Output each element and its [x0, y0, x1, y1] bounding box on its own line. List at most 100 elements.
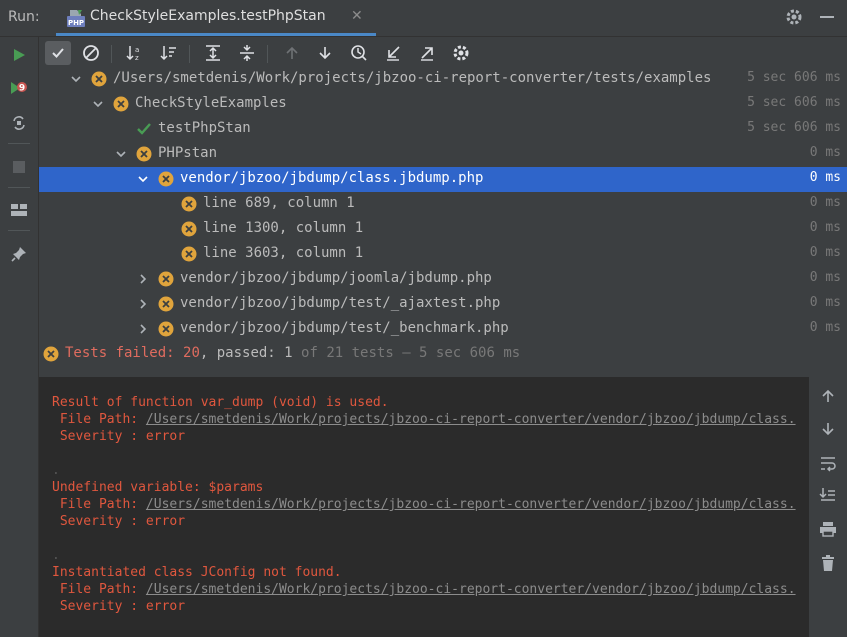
- tree-row[interactable]: vendor/jbzoo/jbdump/test/_ajaxtest.php 0 …: [39, 292, 847, 317]
- tree-row-label: line 3603, column 1: [203, 245, 364, 261]
- tree-row[interactable]: PHPstan 0 ms: [39, 142, 847, 167]
- tree-row[interactable]: line 1300, column 1 0 ms: [39, 217, 847, 242]
- toolbar-divider: [8, 187, 30, 188]
- chevron-down-icon[interactable]: [69, 71, 83, 85]
- error-title: Instantiated class JConfig not found.: [52, 565, 342, 580]
- tree-row[interactable]: vendor/jbzoo/jbdump/joomla/jbdump.php 0 m…: [39, 267, 847, 292]
- tab-run-configuration[interactable]: PHP CheckStyleExamples.testPhpStan ✕: [56, 0, 376, 36]
- svg-text:z: z: [135, 54, 139, 62]
- print-icon[interactable]: [818, 519, 838, 539]
- chevron-right-icon[interactable]: [136, 296, 150, 310]
- console-message: Undefined variable: $params File Path: /…: [52, 479, 796, 564]
- show-passed-icon[interactable]: [45, 41, 71, 65]
- error-title: Result of function var_dump (void) is us…: [52, 395, 389, 410]
- failed-status-icon: [181, 246, 197, 262]
- tree-row[interactable]: line 3603, column 1 0 ms: [39, 242, 847, 267]
- show-ignored-icon[interactable]: [78, 41, 104, 65]
- import-tests-icon[interactable]: [380, 41, 406, 65]
- export-tests-icon[interactable]: [414, 41, 440, 65]
- tree-row-duration: 0 ms: [809, 295, 841, 310]
- pin-icon[interactable]: [9, 244, 29, 264]
- file-path-label: File Path:: [52, 582, 146, 597]
- tree-row-duration: 0 ms: [809, 220, 841, 235]
- tree-row-duration: 5 sec 606 ms: [747, 120, 841, 135]
- tree-row-duration: 5 sec 606 ms: [747, 70, 841, 85]
- collapse-all-icon[interactable]: [234, 41, 260, 65]
- tree-row-label: vendor/jbzoo/jbdump/test/_benchmark.php: [180, 320, 509, 336]
- php-icon: PHP: [66, 8, 86, 28]
- run-tab-bar: Run: PHP CheckStyleExamples.testPhpStan …: [0, 0, 847, 37]
- test-results-tree[interactable]: /Users/smetdenis/Work/projects/jbzoo-ci-…: [39, 69, 847, 341]
- tree-row[interactable]: testPhpStan 5 sec 606 ms: [39, 117, 847, 142]
- chevron-down-icon[interactable]: [114, 146, 128, 160]
- scroll-down-icon[interactable]: [818, 419, 838, 439]
- stop-icon[interactable]: [9, 157, 29, 177]
- toolbar-divider: [111, 45, 112, 63]
- layout-icon[interactable]: [9, 200, 29, 220]
- chevron-down-icon[interactable]: [136, 171, 150, 185]
- summary-text: Tests failed: 20, passed: 1 of 21 tests …: [65, 345, 520, 361]
- test-history-icon[interactable]: [346, 41, 372, 65]
- rerun-failed-icon[interactable]: 9: [9, 79, 29, 99]
- scroll-up-icon[interactable]: [818, 386, 838, 406]
- chevron-right-icon[interactable]: [136, 321, 150, 335]
- test-summary: Tests failed: 20, passed: 1 of 21 tests …: [39, 341, 847, 367]
- minimize-icon[interactable]: [820, 16, 834, 18]
- trash-icon[interactable]: [818, 553, 838, 573]
- scroll-to-end-icon[interactable]: [818, 485, 838, 505]
- tree-row-duration: 5 sec 606 ms: [747, 95, 841, 110]
- toolbar-divider: [267, 45, 268, 63]
- failed-status-icon: [158, 321, 174, 337]
- file-path-link[interactable]: /Users/smetdenis/Work/projects/jbzoo-ci-…: [146, 497, 796, 512]
- tree-row[interactable]: vendor/jbzoo/jbdump/class.jbdump.php 0 ms: [39, 167, 847, 192]
- console-message: Result of function var_dump (void) is us…: [52, 394, 796, 479]
- chevron-down-icon[interactable]: [91, 96, 105, 110]
- tree-row-duration: 0 ms: [809, 170, 841, 185]
- next-failed-icon[interactable]: [312, 41, 338, 65]
- file-path-link[interactable]: /Users/smetdenis/Work/projects/jbzoo-ci-…: [146, 582, 796, 597]
- svg-text:PHP: PHP: [68, 19, 84, 27]
- sort-alphabetically-icon[interactable]: az: [122, 41, 148, 65]
- summary-rest: of 21 tests – 5 sec 606 ms: [301, 345, 521, 361]
- tree-row-duration: 0 ms: [809, 145, 841, 160]
- trailing-dot: .: [52, 463, 60, 478]
- toolbar-divider: [8, 230, 30, 231]
- tree-row[interactable]: vendor/jbzoo/jbdump/test/_benchmark.php 0…: [39, 317, 847, 341]
- close-icon[interactable]: ✕: [351, 8, 363, 24]
- failed-status-icon: [43, 346, 59, 362]
- console-message: Instantiated class JConfig not found. Fi…: [52, 564, 796, 637]
- expand-all-icon[interactable]: [200, 41, 226, 65]
- failed-status-icon: [158, 296, 174, 312]
- error-title: Undefined variable: $params: [52, 480, 264, 495]
- severity-text: Severity : error: [52, 599, 186, 614]
- console-output[interactable]: Result of function var_dump (void) is us…: [39, 377, 809, 637]
- file-path-label: File Path:: [52, 497, 146, 512]
- tab-active-indicator: [56, 33, 376, 36]
- file-path-link[interactable]: /Users/smetdenis/Work/projects/jbzoo-ci-…: [146, 412, 796, 427]
- sort-by-duration-icon[interactable]: [156, 41, 182, 65]
- failed-status-icon: [113, 96, 129, 112]
- tree-row-label: vendor/jbzoo/jbdump/joomla/jbdump.php: [180, 270, 492, 286]
- toggle-auto-test-icon[interactable]: [9, 113, 29, 133]
- tree-row-label: line 1300, column 1: [203, 220, 364, 236]
- run-label: Run:: [8, 9, 40, 25]
- settings-gear-icon[interactable]: [448, 41, 474, 65]
- previous-failed-icon[interactable]: [279, 41, 305, 65]
- tree-row[interactable]: /Users/smetdenis/Work/projects/jbzoo-ci-…: [39, 69, 847, 92]
- tree-row-label: testPhpStan: [158, 120, 251, 136]
- severity-text: Severity : error: [52, 514, 186, 529]
- test-results-toolbar: az: [39, 37, 847, 69]
- rerun-icon[interactable]: [9, 45, 29, 65]
- failed-status-icon: [136, 146, 152, 162]
- gear-icon[interactable]: [785, 8, 803, 26]
- chevron-right-icon[interactable]: [136, 271, 150, 285]
- tree-row-label: vendor/jbzoo/jbdump/class.jbdump.php: [180, 170, 484, 186]
- soft-wrap-icon[interactable]: [818, 453, 838, 473]
- tree-row[interactable]: line 689, column 1 0 ms: [39, 192, 847, 217]
- file-path-label: File Path:: [52, 412, 146, 427]
- tree-row-label: vendor/jbzoo/jbdump/test/_ajaxtest.php: [180, 295, 501, 311]
- tree-row-duration: 0 ms: [809, 320, 841, 335]
- tree-row[interactable]: CheckStyleExamples 5 sec 606 ms: [39, 92, 847, 117]
- failed-status-icon: [158, 271, 174, 287]
- tree-row-label: line 689, column 1: [203, 195, 355, 211]
